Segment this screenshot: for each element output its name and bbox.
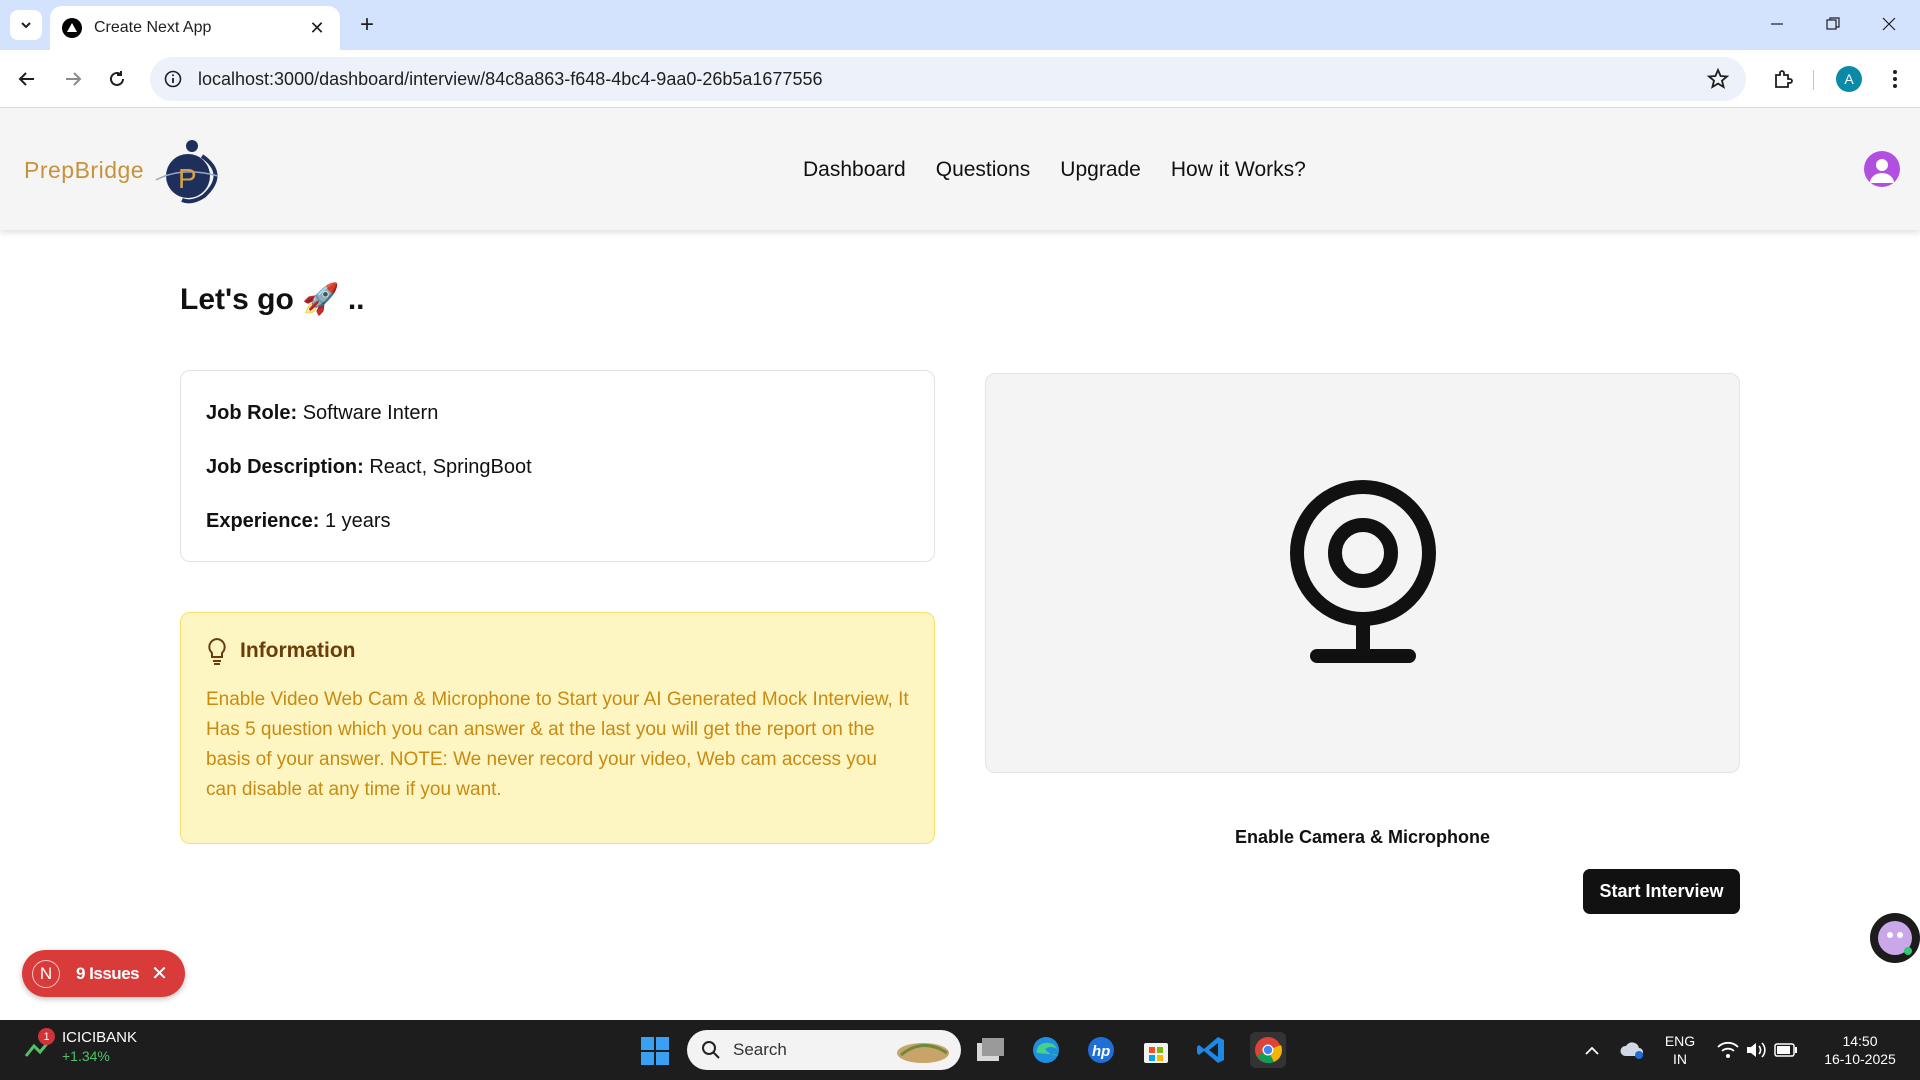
language-region: IN <box>1673 1051 1687 1067</box>
assistant-avatar-icon <box>1878 921 1912 955</box>
reload-icon[interactable] <box>100 62 134 96</box>
nav-upgrade[interactable]: Upgrade <box>1060 158 1141 182</box>
assistant-bubble[interactable] <box>1870 913 1920 963</box>
svg-text:hp: hp <box>1092 1043 1110 1060</box>
search-placeholder: Search <box>733 1040 787 1059</box>
more-menu-icon[interactable] <box>1878 62 1912 96</box>
job-experience-value: 1 years <box>324 510 391 532</box>
windows-taskbar: 1 ICICIBANK +1.34% Search hp ENG IN 14:5… <box>0 1020 1920 1080</box>
restore-icon[interactable] <box>1810 8 1856 40</box>
show-hidden-icons-icon[interactable] <box>1576 1034 1608 1066</box>
nextjs-issues-badge[interactable]: N 9 Issues ✕ <box>22 950 185 997</box>
app-header: PrepBridge P Dashboard Questions Upgrade… <box>0 108 1920 230</box>
tab-title: Create Next App <box>94 19 212 36</box>
browser-toolbar: localhost:3000/dashboard/interview/84c8a… <box>0 50 1920 108</box>
job-role-value: Software Intern <box>302 402 439 424</box>
prepbridge-logo-icon: P <box>155 140 219 204</box>
clock-time: 14:50 <box>1842 1033 1878 1049</box>
brand-name: PrepBridge <box>24 156 145 183</box>
address-bar[interactable]: localhost:3000/dashboard/interview/84c8a… <box>150 57 1746 101</box>
volume-icon[interactable] <box>1740 1034 1772 1066</box>
stock-widget[interactable]: 1 ICICIBANK +1.34% <box>24 1028 138 1065</box>
hp-app-icon[interactable]: hp <box>1085 1034 1117 1066</box>
toolbar-divider <box>1813 70 1814 90</box>
start-interview-button[interactable]: Start Interview <box>1583 869 1740 914</box>
search-highlight-icon <box>897 1043 949 1063</box>
issues-count[interactable]: 9 Issues <box>76 964 140 984</box>
minimize-icon[interactable] <box>1754 8 1800 40</box>
stock-chart-icon: 1 <box>24 1028 55 1062</box>
user-icon <box>1870 159 1894 183</box>
extensions-puzzle-icon[interactable] <box>1766 62 1800 96</box>
language-indicator[interactable]: ENG IN <box>1662 1032 1698 1068</box>
job-experience: Experience: 1 years <box>206 509 909 533</box>
logo-letter: P <box>178 163 197 194</box>
site-info-icon[interactable] <box>164 70 182 88</box>
job-experience-label: Experience: <box>206 510 320 532</box>
forward-icon[interactable] <box>56 62 90 96</box>
language-code: ENG <box>1664 1033 1696 1049</box>
chrome-icon[interactable] <box>1250 1032 1286 1068</box>
url-text[interactable]: localhost:3000/dashboard/interview/84c8a… <box>198 69 822 90</box>
edge-browser-icon[interactable] <box>1030 1034 1062 1066</box>
microsoft-store-icon[interactable] <box>1140 1034 1172 1066</box>
job-details-card: Job Role: Software Intern Job Descriptio… <box>180 370 935 562</box>
stock-badge: 1 <box>38 1028 55 1045</box>
task-view-icon[interactable] <box>975 1034 1007 1066</box>
clock-date: 16-10-2025 <box>1824 1051 1896 1067</box>
page-title: Let's go 🚀 .. <box>180 283 365 316</box>
main-nav: Dashboard Questions Upgrade How it Works… <box>803 158 1306 182</box>
close-icon[interactable]: ✕ <box>306 17 328 39</box>
onedrive-sync-icon[interactable] <box>1616 1034 1648 1066</box>
webcam-placeholder <box>985 373 1740 773</box>
back-icon[interactable] <box>10 62 44 96</box>
information-card: Information Enable Video Web Cam & Micro… <box>180 612 935 844</box>
job-description-label: Job Description: <box>206 456 364 478</box>
battery-icon[interactable] <box>1770 1034 1802 1066</box>
browser-tab-bar: Create Next App ✕ + <box>0 0 1920 50</box>
job-description: Job Description: React, SpringBoot <box>206 455 909 479</box>
user-avatar[interactable] <box>1864 151 1900 187</box>
search-icon <box>702 1041 720 1059</box>
nav-dashboard[interactable]: Dashboard <box>803 158 906 182</box>
webcam-icon <box>1289 480 1436 663</box>
browser-profile-avatar[interactable]: A <box>1836 66 1862 92</box>
information-text: Enable Video Web Cam & Microphone to Sta… <box>206 689 909 800</box>
stock-change: +1.34% <box>62 1048 110 1064</box>
job-role-label: Job Role: <box>206 402 298 424</box>
chevron-down-icon <box>21 22 31 29</box>
window-close-icon[interactable] <box>1866 8 1912 40</box>
information-heading: Information <box>240 639 356 662</box>
nav-how-it-works[interactable]: How it Works? <box>1171 158 1306 182</box>
nextjs-favicon-icon <box>62 18 82 38</box>
job-role: Job Role: Software Intern <box>206 401 909 425</box>
enable-camera-button[interactable]: Enable Camera & Microphone <box>1200 820 1525 854</box>
clock[interactable]: 14:50 16-10-2025 <box>1810 1032 1910 1068</box>
job-description-value: React, SpringBoot <box>369 456 532 478</box>
brand-logo-link[interactable]: PrepBridge P <box>24 136 226 204</box>
nextjs-logo-icon: N <box>32 959 60 988</box>
information-header: Information <box>206 637 909 665</box>
nav-questions[interactable]: Questions <box>936 158 1031 182</box>
windows-start-icon[interactable] <box>640 1036 670 1066</box>
vscode-icon[interactable] <box>1195 1034 1227 1066</box>
close-icon[interactable]: ✕ <box>151 961 168 986</box>
bookmark-star-icon[interactable] <box>1706 67 1730 91</box>
lightbulb-icon <box>208 637 226 665</box>
browser-tab[interactable]: Create Next App ✕ <box>50 6 340 50</box>
tab-search-button[interactable] <box>10 10 42 40</box>
taskbar-search[interactable]: Search <box>687 1030 961 1070</box>
new-tab-button[interactable]: + <box>352 10 382 40</box>
stock-name: ICICIBANK <box>62 1029 138 1046</box>
